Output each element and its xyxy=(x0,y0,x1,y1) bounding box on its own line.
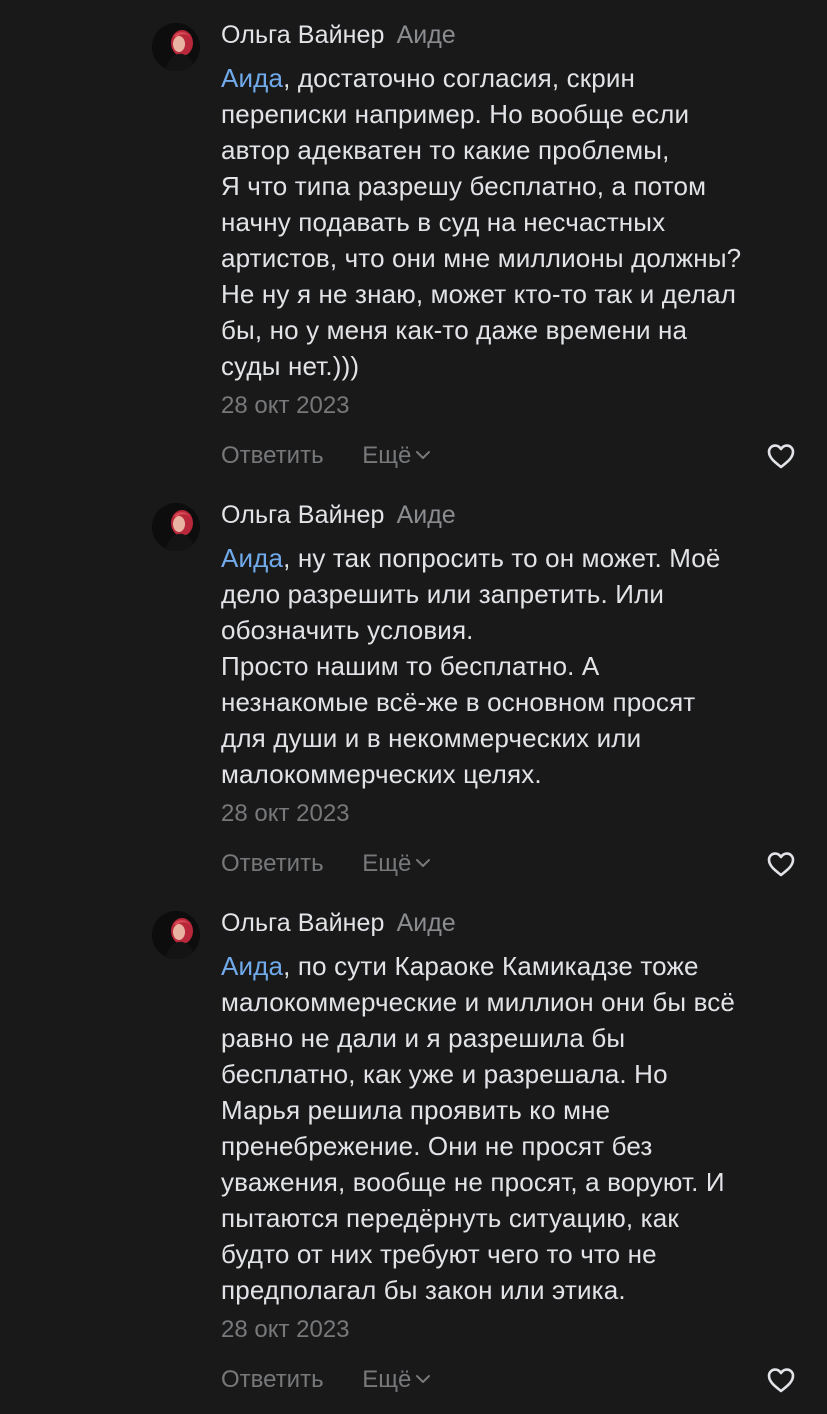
comment-body: , ну так попросить то он может. Моё дело… xyxy=(221,543,721,789)
comment-content: Ольга Вайнер Аиде Аида, по сути Караоке К… xyxy=(221,908,811,1402)
author-name[interactable]: Ольга Вайнер xyxy=(221,501,385,529)
comment-body: , достаточно согласия, скрин переписки н… xyxy=(221,63,742,381)
avatar[interactable] xyxy=(152,23,200,71)
avatar-photo-icon xyxy=(152,911,200,959)
chevron-down-icon xyxy=(416,450,431,459)
avatar[interactable] xyxy=(152,503,200,551)
author-name[interactable]: Ольга Вайнер xyxy=(221,909,385,937)
chevron-down-icon xyxy=(416,1374,431,1383)
comment-date[interactable]: 28 окт 2023 xyxy=(221,388,811,424)
more-label: Ещё xyxy=(362,1366,412,1393)
comment-text: Аида, ну так попросить то он может. Моё … xyxy=(221,540,811,792)
comment-header: Ольга Вайнер Аиде xyxy=(221,500,811,530)
comment-text: Аида, достаточно согласия, скрин перепис… xyxy=(221,60,811,384)
chevron-down-icon xyxy=(416,858,431,867)
avatar[interactable] xyxy=(152,911,200,959)
reply-button[interactable]: Ответить xyxy=(221,842,324,886)
reply-button[interactable]: Ответить xyxy=(221,434,324,478)
more-button[interactable]: Ещё xyxy=(362,842,431,886)
comment-body: , по сути Караоке Камикадзе тоже малоком… xyxy=(221,951,736,1305)
comment-actions: Ответить Ещё xyxy=(221,434,811,478)
comment-header: Ольга Вайнер Аиде xyxy=(221,20,811,50)
more-button[interactable]: Ещё xyxy=(362,1358,431,1402)
avatar-photo-icon xyxy=(152,503,200,551)
reply-to-name[interactable]: Аиде xyxy=(397,909,456,937)
heart-outline-icon[interactable] xyxy=(765,1364,797,1396)
more-label: Ещё xyxy=(362,442,412,469)
heart-outline-icon[interactable] xyxy=(765,848,797,880)
mention-link[interactable]: Аида xyxy=(221,543,283,573)
mention-link[interactable]: Аида xyxy=(221,63,283,93)
reply-to-name[interactable]: Аиде xyxy=(397,21,456,49)
avatar-photo-icon xyxy=(152,23,200,71)
comment-date[interactable]: 28 окт 2023 xyxy=(221,796,811,832)
comment-content: Ольга Вайнер Аиде Аида, ну так попросить … xyxy=(221,500,811,886)
comment-text: Аида, по сути Караоке Камикадзе тоже мал… xyxy=(221,948,811,1308)
comment-date[interactable]: 28 окт 2023 xyxy=(221,1312,811,1348)
more-button[interactable]: Ещё xyxy=(362,434,431,478)
comment-actions: Ответить Ещё xyxy=(221,1358,811,1402)
mention-link[interactable]: Аида xyxy=(221,951,283,981)
reply-button[interactable]: Ответить xyxy=(221,1358,324,1402)
comment-header: Ольга Вайнер Аиде xyxy=(221,908,811,938)
comment-content: Ольга Вайнер Аиде Аида, достаточно соглас… xyxy=(221,20,811,478)
comment-actions: Ответить Ещё xyxy=(221,842,811,886)
reply-to-name[interactable]: Аиде xyxy=(397,501,456,529)
heart-outline-icon[interactable] xyxy=(765,440,797,472)
author-name[interactable]: Ольга Вайнер xyxy=(221,21,385,49)
more-label: Ещё xyxy=(362,850,412,877)
